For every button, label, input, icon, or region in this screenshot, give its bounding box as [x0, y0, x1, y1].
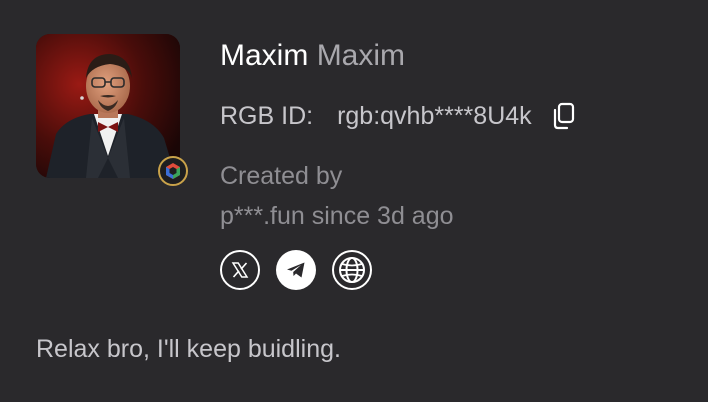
rgb-id-row: RGB ID: rgb:qvhb****8U4k — [220, 98, 576, 134]
created-by-label: Created by — [220, 162, 343, 190]
avatar-container — [36, 34, 188, 186]
avatar[interactable] — [36, 34, 180, 178]
created-by-detail: p***.fun since 3d ago — [220, 202, 454, 230]
website-link[interactable] — [332, 250, 372, 290]
copy-icon[interactable] — [550, 102, 576, 130]
second-name: Maxim — [316, 39, 406, 72]
x-twitter-icon — [231, 262, 249, 278]
social-links — [220, 250, 372, 290]
telegram-icon — [287, 262, 305, 278]
rgb-id-value: rgb:qvhb****8U4k — [337, 101, 532, 130]
globe-icon — [339, 257, 365, 283]
avatar-image — [36, 34, 180, 178]
telegram-link[interactable] — [276, 250, 316, 290]
profile-name: Maxim Maxim — [220, 38, 405, 74]
created-by-info: Created by p***.fun since 3d ago — [220, 156, 454, 236]
profile-bio: Relax bro, I'll keep buidling. — [36, 335, 341, 363]
profile-card: Maxim Maxim RGB ID: rgb:qvhb****8U4k Cre… — [0, 0, 708, 402]
first-name: Maxim — [220, 39, 309, 72]
rgb-id-label: RGB ID: — [220, 101, 314, 130]
verified-badge-icon — [158, 156, 188, 186]
x-twitter-link[interactable] — [220, 250, 260, 290]
